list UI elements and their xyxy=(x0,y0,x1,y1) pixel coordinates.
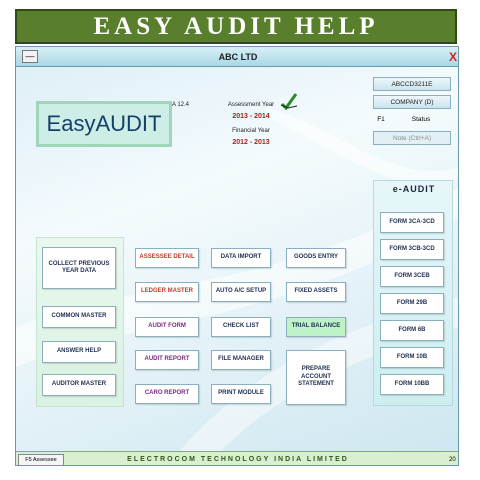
assessment-year-value: 2013 - 2014 xyxy=(232,113,270,120)
note-button[interactable]: Note (Ctrl+A) xyxy=(373,131,451,145)
file-manager-button[interactable]: FILE MANAGER xyxy=(211,350,271,370)
auto-ac-setup-button[interactable]: AUTO A/C SETUP xyxy=(211,282,271,302)
window-title: ABC LTD xyxy=(218,52,258,62)
common-master-button[interactable]: COMMON MASTER xyxy=(42,306,116,328)
company-selector[interactable]: COMPANY (D) xyxy=(373,95,451,109)
assessment-year-label: Assessment Year xyxy=(227,102,275,108)
close-button[interactable]: X xyxy=(446,48,458,66)
data-import-button[interactable]: DATA IMPORT xyxy=(211,248,271,268)
form-3ca-3cd-button[interactable]: FORM 3CA-3CD xyxy=(380,212,444,233)
f1-key: F1 xyxy=(377,116,385,123)
form-6b-button[interactable]: FORM 6B xyxy=(380,320,444,341)
fixed-assets-button[interactable]: FIXED ASSETS xyxy=(286,282,346,302)
assessee-detail-button[interactable]: ASSESSEE DETAIL xyxy=(135,248,199,268)
form-3ceb-button[interactable]: FORM 3CEB xyxy=(380,266,444,287)
financial-year-label: Financial Year xyxy=(232,128,270,134)
goods-entry-button[interactable]: GOODS ENTRY xyxy=(286,248,346,268)
form-29b-button[interactable]: FORM 29B xyxy=(380,293,444,314)
financial-year-value: 2012 - 2013 xyxy=(232,139,270,146)
prepare-account-statement-button[interactable]: PREPARE ACCOUNT STATEMENT xyxy=(286,350,346,405)
checkmark-icon xyxy=(280,93,298,111)
assessee-code: ABCCD3211E xyxy=(373,77,451,91)
company-name: ELECTROCOM TECHNOLOGY INDIA LIMITED xyxy=(127,456,349,463)
status-label[interactable]: Status xyxy=(391,113,451,127)
audit-form-button[interactable]: AUDIT FORM xyxy=(135,317,199,337)
caro-report-button[interactable]: CARO REPORT xyxy=(135,384,199,404)
form-3cb-3cd-button[interactable]: FORM 3CB-3CD xyxy=(380,239,444,260)
version-label: A 12.4 xyxy=(172,102,190,108)
print-module-button[interactable]: PRINT MODULE xyxy=(211,384,271,404)
form-10b-button[interactable]: FORM 10B xyxy=(380,347,444,368)
f5-assessee-button[interactable]: F5 Assessee xyxy=(18,454,64,465)
check-list-button[interactable]: CHECK LIST xyxy=(211,317,271,337)
trial-balance-button[interactable]: TRIAL BALANCE xyxy=(286,317,346,337)
app-logo: EasyAUDIT xyxy=(36,101,172,147)
status-bar: ELECTROCOM TECHNOLOGY INDIA LIMITED F5 A… xyxy=(16,451,458,465)
e-audit-title: e-AUDIT xyxy=(392,184,436,194)
collect-previous-year-button[interactable]: COLLECT PREVIOUS YEAR DATA xyxy=(42,247,116,289)
auditor-master-button[interactable]: AUDITOR MASTER xyxy=(42,374,116,396)
banner-title: EASY AUDIT HELP xyxy=(15,9,457,44)
page-number: 20 xyxy=(449,457,456,463)
form-10bb-button[interactable]: FORM 10BB xyxy=(380,374,444,395)
audit-report-button[interactable]: AUDIT REPORT xyxy=(135,350,199,370)
answer-help-button[interactable]: ANSWER HELP xyxy=(42,341,116,363)
app-window: — ABC LTD X EasyAUDIT A 12.4 Assessment … xyxy=(15,46,459,466)
ledger-master-button[interactable]: LEDGER MASTER xyxy=(135,282,199,302)
